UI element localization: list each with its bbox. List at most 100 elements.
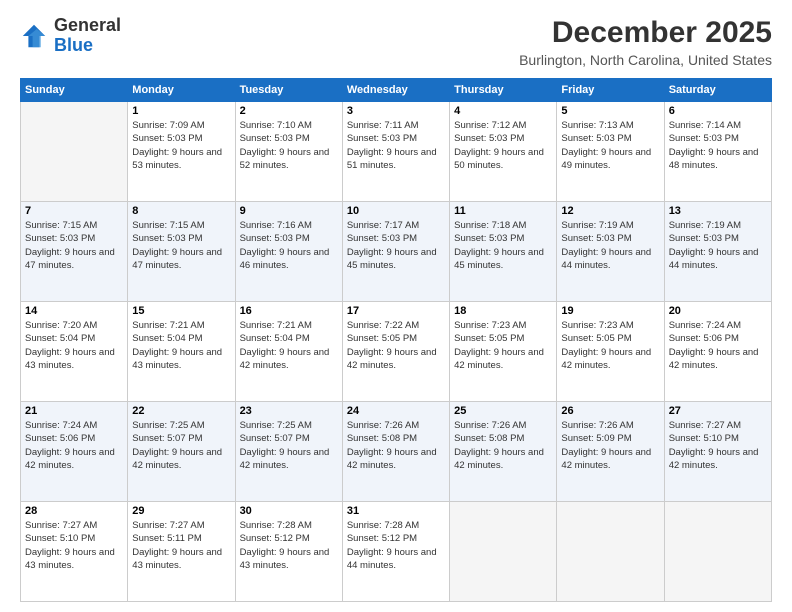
day-info: Sunrise: 7:26 AMSunset: 5:08 PMDaylight:… bbox=[347, 419, 445, 472]
day-number: 23 bbox=[240, 405, 338, 417]
day-info: Sunrise: 7:26 AMSunset: 5:09 PMDaylight:… bbox=[561, 419, 659, 472]
day-info: Sunrise: 7:20 AMSunset: 5:04 PMDaylight:… bbox=[25, 319, 123, 372]
day-cell: 26Sunrise: 7:26 AMSunset: 5:09 PMDayligh… bbox=[557, 402, 664, 502]
page-header: General Blue December 2025 Burlington, N… bbox=[20, 16, 772, 68]
weekday-header-thursday: Thursday bbox=[450, 79, 557, 102]
day-cell: 8 Sunrise: 7:15 AMSunset: 5:03 PMDaylight… bbox=[128, 202, 235, 302]
week-row-5: 28 Sunrise: 7:27 AMSunset: 5:10 PMDayligh… bbox=[21, 502, 772, 602]
day-number: 27 bbox=[669, 405, 767, 417]
day-cell bbox=[557, 502, 664, 602]
day-number: 1 bbox=[132, 105, 230, 117]
logo-line1: General bbox=[54, 16, 121, 36]
day-info: Sunrise: 7:13 AMSunset: 5:03 PMDaylight:… bbox=[561, 119, 659, 172]
day-cell: 6 Sunrise: 7:14 AMSunset: 5:03 PMDaylight… bbox=[664, 102, 771, 202]
day-number: 31 bbox=[347, 505, 445, 517]
day-number: 16 bbox=[240, 305, 338, 317]
day-number: 22 bbox=[132, 405, 230, 417]
day-cell: 13 Sunrise: 7:19 AMSunset: 5:03 PMDayligh… bbox=[664, 202, 771, 302]
day-cell: 24 Sunrise: 7:26 AMSunset: 5:08 PMDayligh… bbox=[342, 402, 449, 502]
day-cell: 12 Sunrise: 7:19 AMSunset: 5:03 PMDayligh… bbox=[557, 202, 664, 302]
weekday-header-tuesday: Tuesday bbox=[235, 79, 342, 102]
day-number: 3 bbox=[347, 105, 445, 117]
day-number: 14 bbox=[25, 305, 123, 317]
day-cell: 31 Sunrise: 7:28 AMSunset: 5:12 PMDayligh… bbox=[342, 502, 449, 602]
day-number: 28 bbox=[25, 505, 123, 517]
day-cell: 7 Sunrise: 7:15 AMSunset: 5:03 PMDaylight… bbox=[21, 202, 128, 302]
day-info: Sunrise: 7:25 AMSunset: 5:07 PMDaylight:… bbox=[240, 419, 338, 472]
day-cell: 23 Sunrise: 7:25 AMSunset: 5:07 PMDayligh… bbox=[235, 402, 342, 502]
day-number: 30 bbox=[240, 505, 338, 517]
day-info: Sunrise: 7:28 AMSunset: 5:12 PMDaylight:… bbox=[347, 519, 445, 572]
day-cell: 30 Sunrise: 7:28 AMSunset: 5:12 PMDayligh… bbox=[235, 502, 342, 602]
calendar-page: General Blue December 2025 Burlington, N… bbox=[0, 0, 792, 612]
day-cell: 4Sunrise: 7:12 AMSunset: 5:03 PMDaylight… bbox=[450, 102, 557, 202]
day-info: Sunrise: 7:18 AMSunset: 5:03 PMDaylight:… bbox=[454, 219, 552, 272]
day-number: 11 bbox=[454, 205, 552, 217]
day-number: 17 bbox=[347, 305, 445, 317]
day-number: 4 bbox=[454, 105, 552, 117]
day-cell: 18 Sunrise: 7:23 AMSunset: 5:05 PMDayligh… bbox=[450, 302, 557, 402]
day-info: Sunrise: 7:21 AMSunset: 5:04 PMDaylight:… bbox=[132, 319, 230, 372]
day-info: Sunrise: 7:16 AMSunset: 5:03 PMDaylight:… bbox=[240, 219, 338, 272]
day-info: Sunrise: 7:17 AMSunset: 5:03 PMDaylight:… bbox=[347, 219, 445, 272]
day-info: Sunrise: 7:15 AMSunset: 5:03 PMDaylight:… bbox=[25, 219, 123, 272]
day-cell: 17 Sunrise: 7:22 AMSunset: 5:05 PMDayligh… bbox=[342, 302, 449, 402]
week-row-4: 21 Sunrise: 7:24 AMSunset: 5:06 PMDayligh… bbox=[21, 402, 772, 502]
day-number: 6 bbox=[669, 105, 767, 117]
day-info: Sunrise: 7:23 AMSunset: 5:05 PMDaylight:… bbox=[454, 319, 552, 372]
logo-line2: Blue bbox=[54, 36, 121, 56]
day-number: 5 bbox=[561, 105, 659, 117]
day-cell: 15Sunrise: 7:21 AMSunset: 5:04 PMDayligh… bbox=[128, 302, 235, 402]
day-info: Sunrise: 7:24 AMSunset: 5:06 PMDaylight:… bbox=[25, 419, 123, 472]
day-cell: 22 Sunrise: 7:25 AMSunset: 5:07 PMDayligh… bbox=[128, 402, 235, 502]
week-row-2: 7 Sunrise: 7:15 AMSunset: 5:03 PMDaylight… bbox=[21, 202, 772, 302]
day-info: Sunrise: 7:25 AMSunset: 5:07 PMDaylight:… bbox=[132, 419, 230, 472]
day-number: 7 bbox=[25, 205, 123, 217]
weekday-header-row: SundayMondayTuesdayWednesdayThursdayFrid… bbox=[21, 79, 772, 102]
day-cell: 25 Sunrise: 7:26 AMSunset: 5:08 PMDayligh… bbox=[450, 402, 557, 502]
day-cell bbox=[450, 502, 557, 602]
day-cell bbox=[21, 102, 128, 202]
day-info: Sunrise: 7:24 AMSunset: 5:06 PMDaylight:… bbox=[669, 319, 767, 372]
day-number: 12 bbox=[561, 205, 659, 217]
day-cell: 11 Sunrise: 7:18 AMSunset: 5:03 PMDayligh… bbox=[450, 202, 557, 302]
day-info: Sunrise: 7:28 AMSunset: 5:12 PMDaylight:… bbox=[240, 519, 338, 572]
day-info: Sunrise: 7:11 AMSunset: 5:03 PMDaylight:… bbox=[347, 119, 445, 172]
day-cell: 10Sunrise: 7:17 AMSunset: 5:03 PMDayligh… bbox=[342, 202, 449, 302]
day-number: 24 bbox=[347, 405, 445, 417]
day-info: Sunrise: 7:15 AMSunset: 5:03 PMDaylight:… bbox=[132, 219, 230, 272]
day-number: 25 bbox=[454, 405, 552, 417]
weekday-header-friday: Friday bbox=[557, 79, 664, 102]
week-row-3: 14 Sunrise: 7:20 AMSunset: 5:04 PMDayligh… bbox=[21, 302, 772, 402]
day-cell: 21 Sunrise: 7:24 AMSunset: 5:06 PMDayligh… bbox=[21, 402, 128, 502]
day-cell: 16Sunrise: 7:21 AMSunset: 5:04 PMDayligh… bbox=[235, 302, 342, 402]
day-cell: 2Sunrise: 7:10 AMSunset: 5:03 PMDaylight… bbox=[235, 102, 342, 202]
week-row-1: 1 Sunrise: 7:09 AMSunset: 5:03 PMDaylight… bbox=[21, 102, 772, 202]
day-info: Sunrise: 7:27 AMSunset: 5:10 PMDaylight:… bbox=[25, 519, 123, 572]
day-cell: 20 Sunrise: 7:24 AMSunset: 5:06 PMDayligh… bbox=[664, 302, 771, 402]
day-info: Sunrise: 7:27 AMSunset: 5:10 PMDaylight:… bbox=[669, 419, 767, 472]
day-number: 9 bbox=[240, 205, 338, 217]
day-info: Sunrise: 7:09 AMSunset: 5:03 PMDaylight:… bbox=[132, 119, 230, 172]
day-cell: 1 Sunrise: 7:09 AMSunset: 5:03 PMDaylight… bbox=[128, 102, 235, 202]
weekday-header-monday: Monday bbox=[128, 79, 235, 102]
day-info: Sunrise: 7:27 AMSunset: 5:11 PMDaylight:… bbox=[132, 519, 230, 572]
day-number: 13 bbox=[669, 205, 767, 217]
day-number: 2 bbox=[240, 105, 338, 117]
day-info: Sunrise: 7:22 AMSunset: 5:05 PMDaylight:… bbox=[347, 319, 445, 372]
day-info: Sunrise: 7:14 AMSunset: 5:03 PMDaylight:… bbox=[669, 119, 767, 172]
day-number: 18 bbox=[454, 305, 552, 317]
day-info: Sunrise: 7:19 AMSunset: 5:03 PMDaylight:… bbox=[669, 219, 767, 272]
logo: General Blue bbox=[20, 16, 121, 56]
day-info: Sunrise: 7:23 AMSunset: 5:05 PMDaylight:… bbox=[561, 319, 659, 372]
day-info: Sunrise: 7:26 AMSunset: 5:08 PMDaylight:… bbox=[454, 419, 552, 472]
day-cell: 9 Sunrise: 7:16 AMSunset: 5:03 PMDaylight… bbox=[235, 202, 342, 302]
day-cell: 3 Sunrise: 7:11 AMSunset: 5:03 PMDaylight… bbox=[342, 102, 449, 202]
day-number: 20 bbox=[669, 305, 767, 317]
title-block: December 2025 Burlington, North Carolina… bbox=[519, 16, 772, 68]
day-info: Sunrise: 7:19 AMSunset: 5:03 PMDaylight:… bbox=[561, 219, 659, 272]
day-number: 8 bbox=[132, 205, 230, 217]
day-cell: 14 Sunrise: 7:20 AMSunset: 5:04 PMDayligh… bbox=[21, 302, 128, 402]
day-number: 21 bbox=[25, 405, 123, 417]
day-number: 19 bbox=[561, 305, 659, 317]
